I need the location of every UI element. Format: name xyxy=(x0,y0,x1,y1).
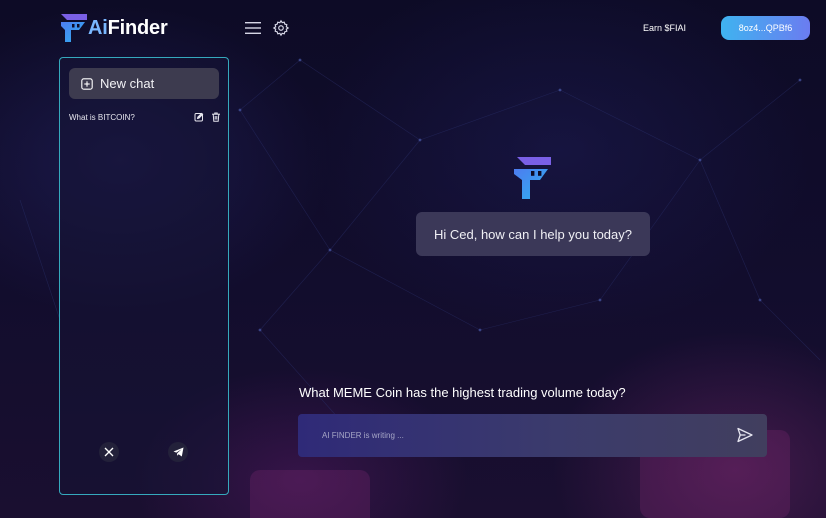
new-chat-button[interactable]: New chat xyxy=(69,68,219,99)
earn-link[interactable]: Earn $FIAI xyxy=(643,23,686,33)
gear-icon[interactable] xyxy=(272,19,290,37)
chat-composer xyxy=(298,414,767,457)
message-input[interactable] xyxy=(298,414,718,457)
aifinder-logo-icon xyxy=(61,14,87,42)
trash-icon[interactable] xyxy=(211,112,221,122)
x-logo-icon xyxy=(104,447,114,457)
history-item-label: What is BITCOIN? xyxy=(69,112,135,122)
new-chat-label: New chat xyxy=(100,76,155,91)
wallet-button[interactable]: 8oz4...QPBf6 xyxy=(721,16,810,40)
logo-finder-text: Finder xyxy=(107,16,168,39)
telegram-icon xyxy=(173,447,183,457)
plus-square-icon xyxy=(81,77,93,90)
bot-message: Hi Ced, how can I help you today? xyxy=(416,212,650,256)
user-message: What MEME Coin has the highest trading v… xyxy=(299,385,626,400)
sidebar: New chat What is BITCOIN? xyxy=(59,57,229,495)
history-item[interactable]: What is BITCOIN? xyxy=(69,110,221,124)
logo-ai-text: Ai xyxy=(88,16,108,39)
logo-wordmark: AiFinder xyxy=(88,17,168,40)
send-icon[interactable] xyxy=(736,426,754,444)
bot-avatar-icon xyxy=(514,157,551,199)
x-social-button[interactable] xyxy=(99,442,119,462)
edit-icon[interactable] xyxy=(194,112,204,122)
app-logo[interactable]: AiFinder xyxy=(59,12,179,44)
telegram-button[interactable] xyxy=(168,442,188,462)
hamburger-icon[interactable] xyxy=(244,20,262,36)
